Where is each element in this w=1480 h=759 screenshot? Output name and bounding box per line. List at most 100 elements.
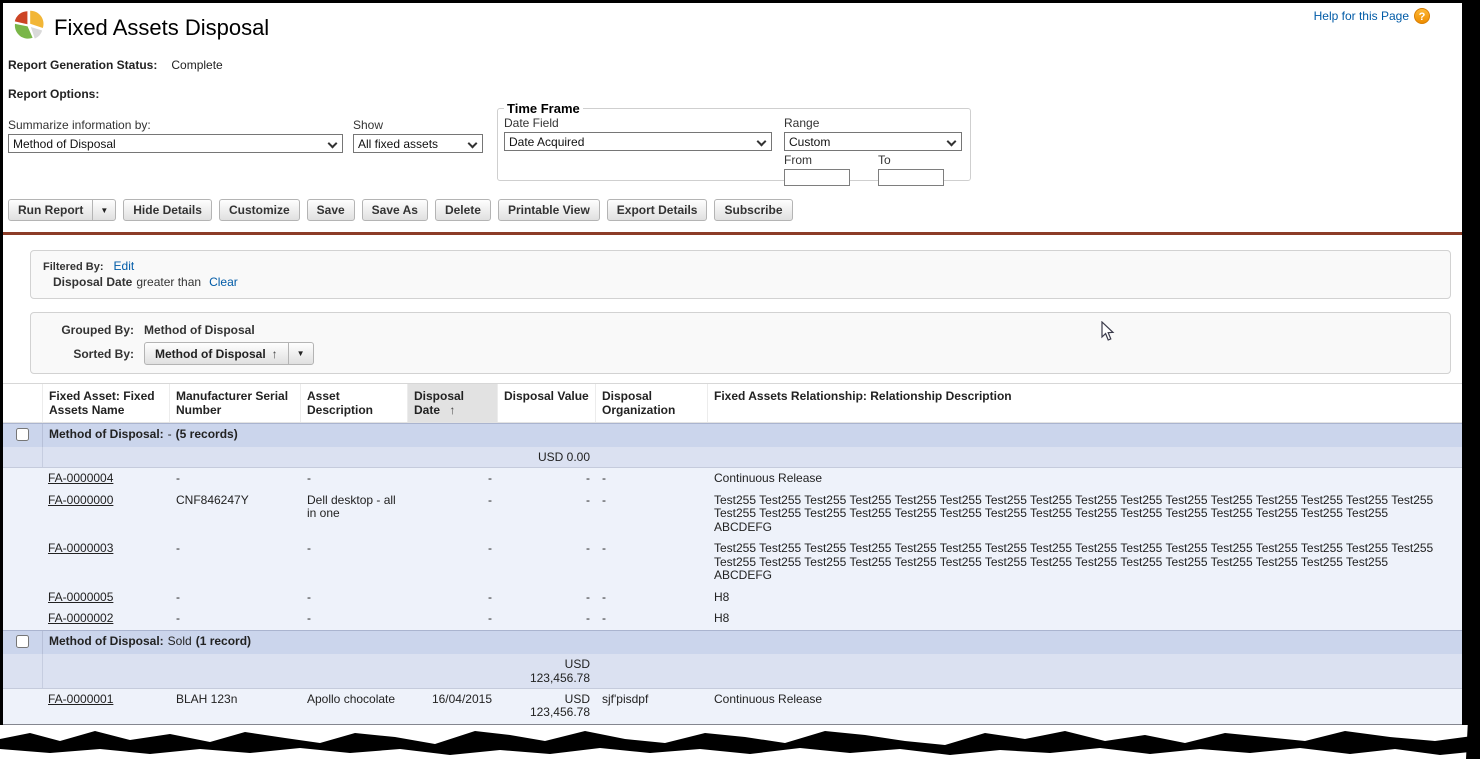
summarize-group: Summarize information by: Method of Disp… xyxy=(8,118,343,153)
run-report-button[interactable]: Run Report xyxy=(9,200,92,220)
help-link[interactable]: Help for this Page xyxy=(1314,9,1409,23)
column-header-disposal-value[interactable]: Disposal Value xyxy=(498,384,596,422)
asset-link[interactable]: FA-0000000 xyxy=(48,493,113,507)
row-checkbox-cell xyxy=(3,490,43,539)
asset-name-cell: FA-0000003 xyxy=(43,538,170,587)
table-row: FA-0000001 BLAH 123n Apollo chocolate 16… xyxy=(3,689,1462,724)
group-value: Sold xyxy=(168,634,192,648)
column-header-disposal-date-label: Disposal Date xyxy=(414,389,464,417)
group-checkbox[interactable] xyxy=(16,635,29,648)
sort-asc-icon: ↑ xyxy=(272,347,278,361)
sort-dropdown-icon[interactable]: ▼ xyxy=(288,343,313,364)
show-label: Show xyxy=(353,118,483,132)
section-divider xyxy=(3,232,1462,235)
range-label: Range xyxy=(784,116,964,130)
date-field-label: Date Field xyxy=(504,116,772,130)
column-header-disposal-date[interactable]: Disposal Date ↑ xyxy=(408,384,498,422)
disposal-value-cell: USD 123,456.78 xyxy=(498,689,596,724)
row-checkbox-cell xyxy=(3,468,43,490)
group-checkbox-cell xyxy=(3,424,43,447)
serial-cell: - xyxy=(170,538,301,587)
subscribe-button[interactable]: Subscribe xyxy=(714,199,792,221)
grand-total-spacer xyxy=(596,750,1462,759)
printable-view-button[interactable]: Printable View xyxy=(498,199,600,221)
group-checkbox-cell xyxy=(3,631,43,654)
column-header-asset-name[interactable]: Fixed Asset: Fixed Assets Name xyxy=(43,384,170,422)
from-date-input[interactable] xyxy=(784,169,850,186)
disposal-date-cell: - xyxy=(408,538,498,587)
row-checkbox-cell xyxy=(3,538,43,587)
asset-name-cell: FA-0000002 xyxy=(43,608,170,630)
range-select[interactable]: Custom xyxy=(784,132,962,151)
save-as-button[interactable]: Save As xyxy=(362,199,428,221)
summarize-select[interactable]: Method of Disposal xyxy=(8,134,343,153)
customize-button[interactable]: Customize xyxy=(219,199,300,221)
group-checkbox[interactable] xyxy=(16,428,29,441)
run-report-dropdown-icon[interactable]: ▼ xyxy=(92,200,115,220)
description-cell: - xyxy=(301,468,408,490)
asset-link[interactable]: FA-0000002 xyxy=(48,611,113,625)
filter-edit-link[interactable]: Edit xyxy=(114,259,135,273)
export-details-button[interactable]: Export Details xyxy=(607,199,708,221)
asset-link[interactable]: FA-0000005 xyxy=(48,590,113,604)
report-page: Fixed Assets Disposal Help for this Page… xyxy=(3,3,1462,755)
disposal-org-cell: - xyxy=(596,587,708,609)
description-cell: Apollo chocolate xyxy=(301,689,408,724)
disposal-date-cell: - xyxy=(408,587,498,609)
disposal-date-cell: 16/04/2015 xyxy=(408,689,498,724)
group-subtotal-row: USD 123,456.78 xyxy=(3,654,1462,689)
group-field-label: Method of Disposal: xyxy=(49,634,164,648)
column-header-disposal-org[interactable]: Disposal Organization xyxy=(596,384,708,422)
checkbox-column-header xyxy=(3,384,43,422)
group-label: Method of Disposal:-(5 records) xyxy=(43,424,1462,447)
relationship-cell: Continuous Release xyxy=(708,689,1462,724)
asset-name-cell: FA-0000005 xyxy=(43,587,170,609)
summarize-value: Method of Disposal xyxy=(13,137,116,151)
help-question-icon[interactable]: ? xyxy=(1414,8,1430,24)
description-cell: - xyxy=(301,587,408,609)
filter-field: Disposal Date xyxy=(53,275,132,289)
serial-cell: - xyxy=(170,587,301,609)
date-field-select[interactable]: Date Acquired xyxy=(504,132,772,151)
from-label: From xyxy=(784,153,850,167)
row-checkbox-cell xyxy=(3,608,43,630)
serial-cell: CNF846247Y xyxy=(170,490,301,539)
report-options-label: Report Options: xyxy=(8,87,99,101)
description-cell: - xyxy=(301,608,408,630)
disposal-value-cell: - xyxy=(498,468,596,490)
run-report-split-button: Run Report ▼ xyxy=(8,199,116,221)
to-date-input[interactable] xyxy=(878,169,944,186)
show-group: Show All fixed assets xyxy=(353,118,483,153)
column-header-description[interactable]: Asset Description xyxy=(301,384,408,422)
page-title: Fixed Assets Disposal xyxy=(54,15,269,41)
subtotal-checkbox-cell xyxy=(3,447,43,467)
group-header-row: Method of Disposal:Sold(1 record) xyxy=(3,630,1462,654)
asset-link[interactable]: FA-0000004 xyxy=(48,471,113,485)
column-header-serial[interactable]: Manufacturer Serial Number xyxy=(170,384,301,422)
group-record-count: (5 records) xyxy=(176,427,238,441)
column-header-relationship[interactable]: Fixed Assets Relationship: Relationship … xyxy=(708,384,1462,422)
chevron-down-icon xyxy=(757,137,767,147)
asset-link[interactable]: FA-0000003 xyxy=(48,541,113,555)
timeframe-fieldset: Time Frame Date Field Date Acquired Rang… xyxy=(497,101,971,181)
hide-details-button[interactable]: Hide Details xyxy=(123,199,212,221)
sort-field-dropdown: Method of Disposal↑ ▼ xyxy=(144,342,314,365)
filter-clear-link[interactable]: Clear xyxy=(209,275,238,289)
asset-name-cell: FA-0000001 xyxy=(43,689,170,724)
save-button[interactable]: Save xyxy=(307,199,355,221)
show-value: All fixed assets xyxy=(358,137,438,151)
asset-link[interactable]: FA-0000001 xyxy=(48,692,113,706)
page-header: Fixed Assets Disposal xyxy=(13,9,269,46)
subtotal-spacer xyxy=(596,654,1462,688)
table-header-row: Fixed Asset: Fixed Assets Name Manufactu… xyxy=(3,384,1462,423)
chevron-down-icon xyxy=(328,139,338,149)
disposal-org-cell: - xyxy=(596,468,708,490)
sort-field-button[interactable]: Method of Disposal↑ xyxy=(145,343,288,364)
serial-cell: - xyxy=(170,608,301,630)
show-select[interactable]: All fixed assets xyxy=(353,134,483,153)
grouped-by-label: Grouped By: xyxy=(31,323,134,337)
delete-button[interactable]: Delete xyxy=(435,199,491,221)
relationship-cell: Test255 Test255 Test255 Test255 Test255 … xyxy=(708,538,1462,587)
disposal-org-cell: sjf'pisdpf xyxy=(596,689,708,724)
table-row: FA-0000003 - - - - - Test255 Test255 Tes… xyxy=(3,538,1462,587)
